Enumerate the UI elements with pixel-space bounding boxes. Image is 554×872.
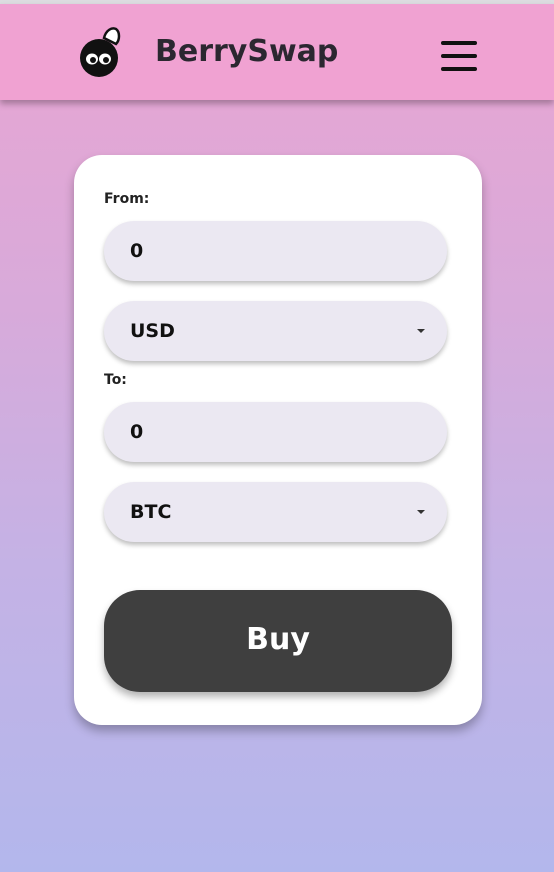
to-label: To:: [104, 372, 127, 388]
from-currency-select[interactable]: USD: [104, 301, 447, 361]
berry-bomb-icon[interactable]: [78, 26, 124, 80]
hamburger-menu-icon[interactable]: [441, 41, 477, 71]
from-label: From:: [104, 191, 150, 207]
to-currency-value: BTC: [130, 501, 172, 523]
swap-card: From: 0 USD To: 0 BTC Buy: [74, 155, 482, 725]
to-amount-input[interactable]: 0: [104, 402, 447, 462]
menu-line: [441, 67, 477, 71]
to-currency-select[interactable]: BTC: [104, 482, 447, 542]
brand-name: BerrySwap: [155, 34, 339, 69]
app-header: BerrySwap: [0, 4, 554, 100]
from-currency-value: USD: [130, 320, 175, 342]
buy-button[interactable]: Buy: [104, 590, 452, 692]
chevron-down-icon: [417, 510, 425, 514]
menu-line: [441, 41, 477, 45]
chevron-down-icon: [417, 329, 425, 333]
from-amount-input[interactable]: 0: [104, 221, 447, 281]
menu-line: [441, 54, 477, 58]
